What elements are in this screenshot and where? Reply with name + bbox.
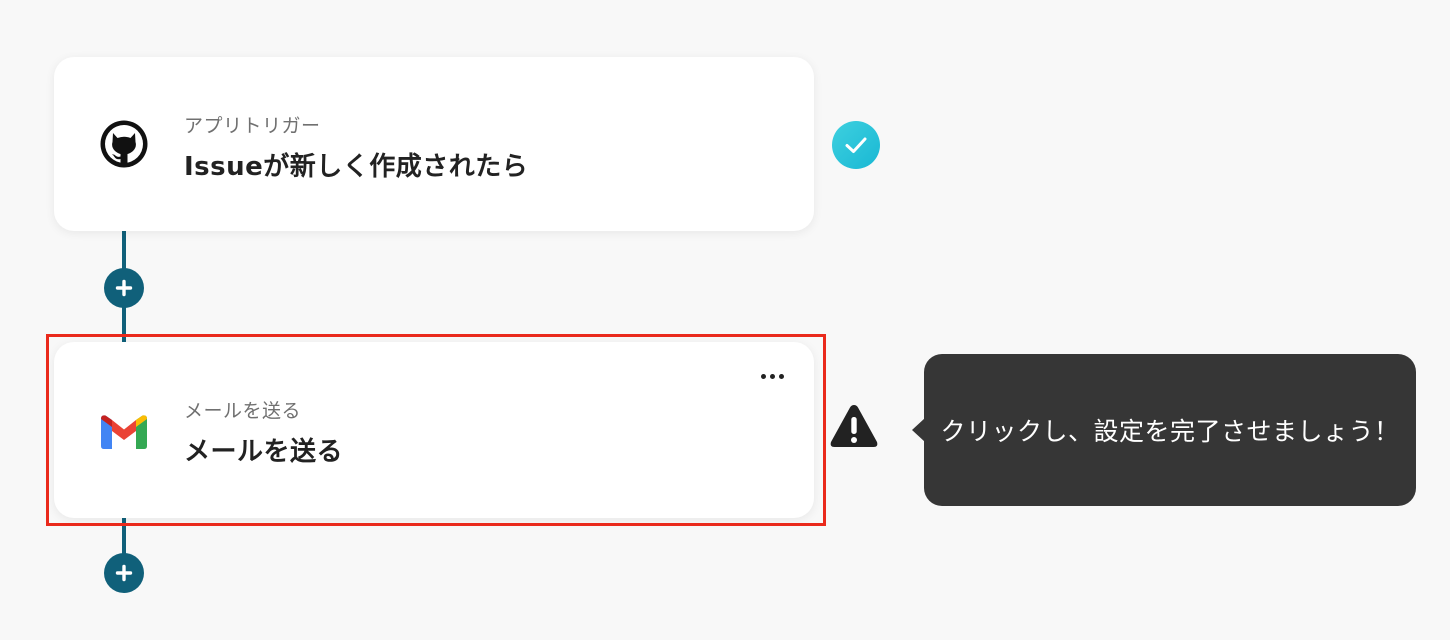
trigger-step-text: アプリトリガー Issueが新しく作成されたら — [184, 111, 528, 183]
add-step-button[interactable] — [104, 553, 144, 593]
trigger-step-card[interactable]: アプリトリガー Issueが新しく作成されたら — [54, 57, 814, 231]
tooltip-arrow — [912, 418, 925, 442]
action-step-card[interactable]: メールを送る メールを送る — [54, 342, 814, 518]
warning-icon — [828, 402, 880, 450]
step-title: メールを送る — [184, 437, 344, 467]
gmail-icon — [98, 406, 150, 458]
flow-canvas: アプリトリガー Issueが新しく作成されたら メールを送る メールを送る クリ… — [0, 0, 1450, 640]
setup-tooltip: クリックし、設定を完了させましょう！ — [912, 354, 1416, 506]
step-subtitle: メールを送る — [184, 400, 302, 422]
check-icon — [832, 121, 880, 169]
step-subtitle: アプリトリガー — [184, 115, 321, 137]
add-step-button[interactable] — [104, 268, 144, 308]
github-icon — [98, 118, 150, 170]
tooltip-text: クリックし、設定を完了させましょう！ — [940, 417, 1400, 446]
step-title: Issueが新しく作成されたら — [184, 152, 529, 182]
plus-icon — [115, 564, 133, 582]
action-step-text: メールを送る メールを送る — [184, 396, 343, 468]
plus-icon — [115, 279, 133, 297]
more-horizontal-icon[interactable] — [756, 364, 788, 388]
